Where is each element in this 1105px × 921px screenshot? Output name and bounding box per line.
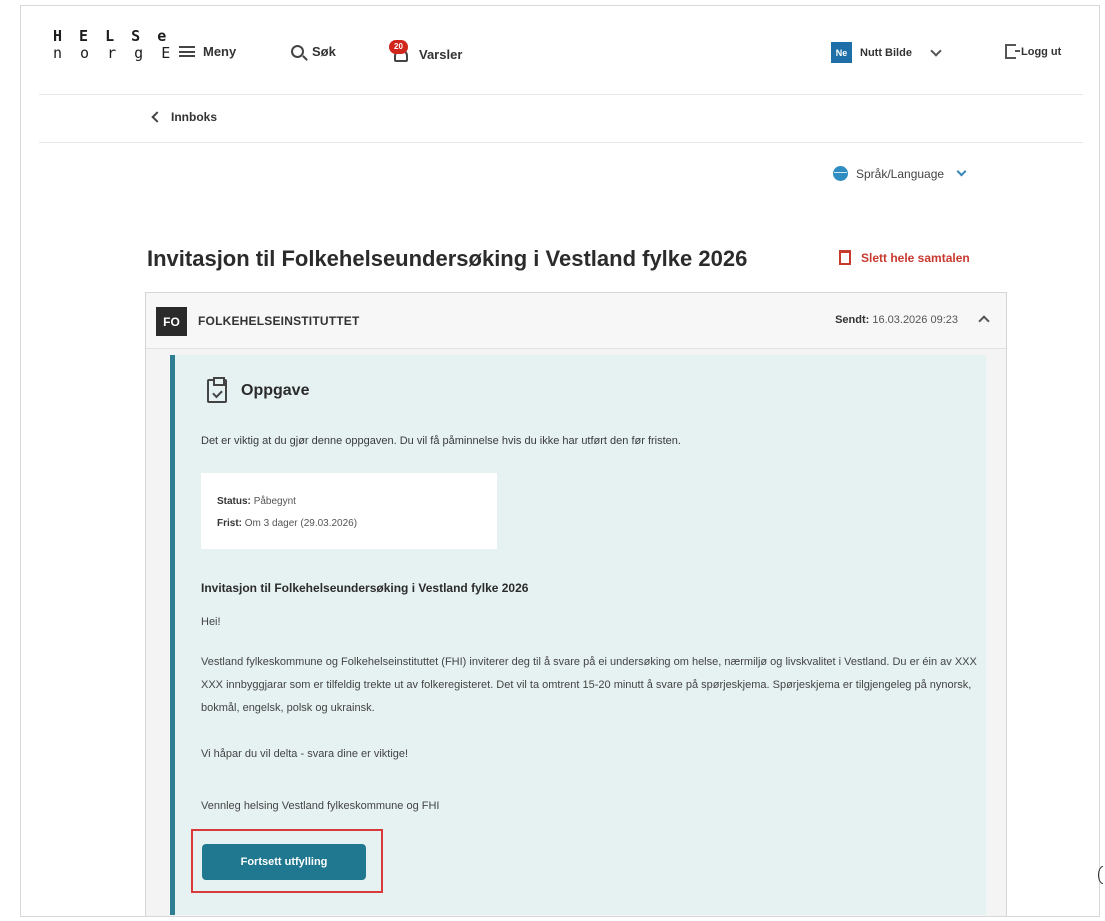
chevron-up-icon[interactable] (978, 315, 990, 327)
breadcrumb[interactable]: Innboks (151, 110, 218, 124)
search-button[interactable]: Søk (291, 44, 336, 59)
user-name: Nutt Bilde (860, 46, 912, 59)
logout-button[interactable]: Logg ut (1005, 44, 1061, 59)
message-title: Invitasjon til Folkehelseundersøking i V… (201, 581, 529, 595)
deadline-value: Om 3 dager (29.03.2026) (244, 518, 358, 529)
globe-icon (833, 166, 848, 181)
task-description: Det er viktig at du gjør denne oppgaven.… (201, 435, 681, 447)
logo-line-1: H E L S e (53, 27, 171, 45)
chevron-down-icon (956, 166, 967, 177)
task-panel: Oppgave Det er viktig at du gjør denne o… (170, 355, 986, 915)
avatar: Ne (831, 42, 852, 63)
deadline-label: Frist: (217, 518, 242, 529)
task-heading: Oppgave (207, 377, 310, 403)
status-label: Status: (217, 496, 251, 507)
sent-timestamp: Sendt: 16.03.2026 09:23 (835, 314, 958, 326)
message-closing-1: Vi håpar du vil delta - svara dine er vi… (201, 748, 409, 760)
user-menu[interactable]: Ne Nutt Bilde (831, 42, 942, 63)
search-label: Søk (312, 44, 336, 59)
language-label: Språk/Language (856, 166, 945, 181)
chevron-left-icon (151, 111, 163, 123)
helsenorge-logo[interactable]: H E L S e n o r g E (53, 28, 175, 62)
page-title: Invitasjon til Folkehelseundersøking i V… (147, 246, 748, 271)
task-title: Oppgave (241, 382, 310, 399)
status-value: Påbegynt (253, 496, 296, 507)
status-line: Status: Påbegynt (217, 491, 481, 513)
menu-label: Meny (203, 44, 237, 59)
edge-glyph (1098, 866, 1103, 884)
logout-label: Logg ut (1021, 45, 1062, 58)
message-card: FO FOLKEHELSEINSTITUTTET Sendt: 16.03.20… (145, 292, 1007, 916)
delete-conversation-button[interactable]: Slett hele samtalen (839, 250, 970, 265)
language-selector[interactable]: Språk/Language (833, 166, 967, 181)
message-header[interactable]: FO FOLKEHELSEINSTITUTTET Sendt: 16.03.20… (146, 293, 1006, 349)
sender-name: FOLKEHELSEINSTITUTTET (198, 314, 360, 328)
clipboard-icon (207, 377, 227, 403)
menu-button[interactable]: Meny (179, 44, 236, 59)
logo-line-2: n o r g E (53, 44, 175, 62)
alerts-button[interactable]: 20 Varsler (389, 40, 463, 64)
message-body: Vestland fylkeskommune og Folkehelseinst… (201, 656, 977, 714)
search-icon (291, 45, 304, 58)
status-box: Status: Påbegynt Frist: Om 3 dager (29.0… (201, 473, 497, 549)
alerts-label: Varsler (419, 46, 463, 62)
sender-avatar: FO (156, 307, 187, 336)
sent-value: 16.03.2026 09:23 (872, 314, 958, 326)
site-header: H E L S e n o r g E Meny Søk 20 Varsler … (21, 6, 1099, 94)
delete-label: Slett hele samtalen (861, 250, 970, 265)
trash-icon (839, 250, 851, 265)
highlight-box: Fortsett utfylling (191, 829, 383, 893)
continue-filling-button[interactable]: Fortsett utfylling (202, 844, 366, 880)
header-divider (39, 94, 1083, 95)
breadcrumb-divider (39, 142, 1083, 143)
message-greeting: Hei! (201, 616, 221, 628)
message-closing-2: Vennleg helsing Vestland fylkeskommune o… (201, 800, 440, 812)
chevron-down-icon (930, 44, 942, 57)
sent-label: Sendt: (835, 314, 870, 326)
breadcrumb-inbox: Innboks (171, 110, 218, 124)
bell-icon: 20 (389, 40, 411, 64)
browser-frame: H E L S e n o r g E Meny Søk 20 Varsler … (20, 5, 1100, 917)
deadline-line: Frist: Om 3 dager (29.03.2026) (217, 513, 481, 535)
hamburger-icon (179, 46, 195, 57)
logout-icon (1005, 44, 1020, 59)
alerts-badge: 20 (389, 40, 408, 54)
